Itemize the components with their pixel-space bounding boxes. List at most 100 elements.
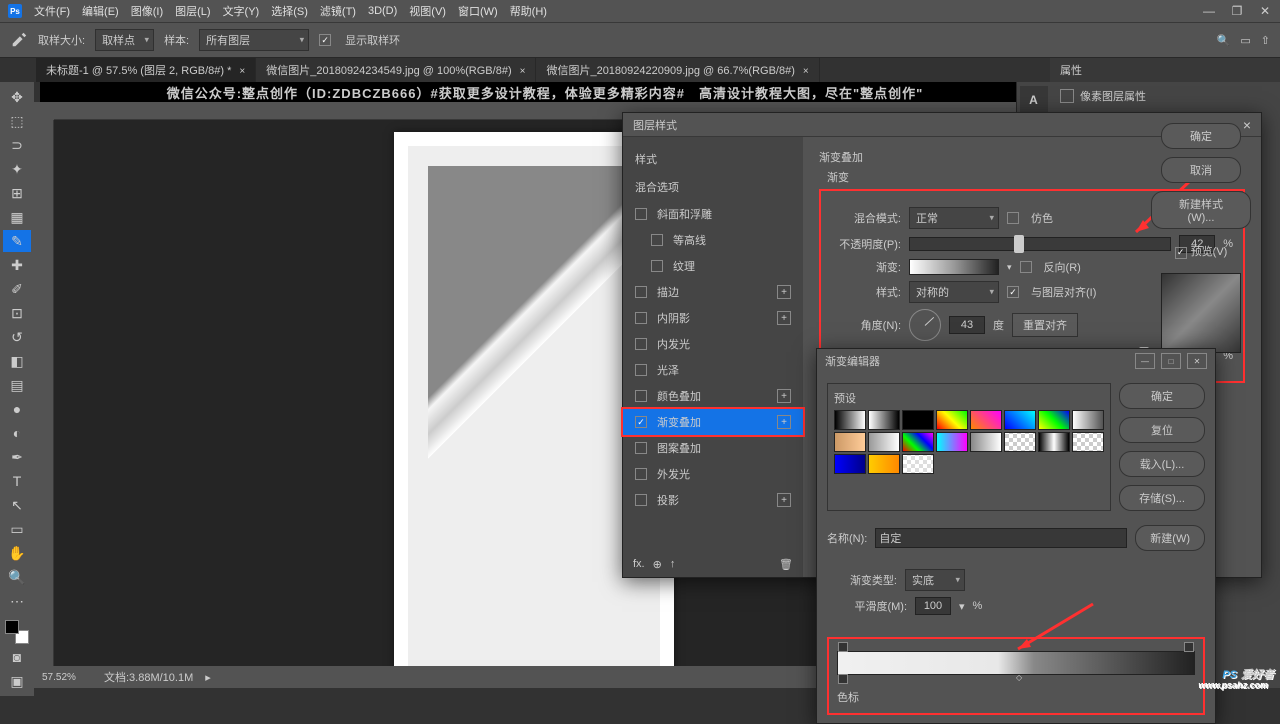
dialog-titlebar[interactable]: 渐变编辑器 — □ ✕ — [817, 349, 1215, 373]
menu-help[interactable]: 帮助(H) — [510, 3, 547, 19]
menu-window[interactable]: 窗口(W) — [458, 3, 498, 19]
close-tab-icon[interactable]: × — [239, 66, 245, 77]
style-checkbox[interactable] — [635, 286, 647, 298]
blend-mode-select[interactable]: 正常 — [909, 207, 999, 229]
gradient-type-select[interactable]: 实底 — [905, 569, 965, 591]
sample-select[interactable]: 所有图层 — [199, 29, 309, 51]
style-item-等高线[interactable]: 等高线 — [623, 227, 803, 253]
new-style-button[interactable]: 新建样式(W)... — [1151, 191, 1251, 229]
gradient-preset[interactable] — [936, 432, 968, 452]
ruler-origin[interactable] — [34, 102, 54, 120]
style-checkbox[interactable] — [635, 338, 647, 350]
style-checkbox[interactable] — [635, 442, 647, 454]
style-checkbox[interactable] — [635, 390, 647, 402]
gradient-preset[interactable] — [834, 454, 866, 474]
style-item-渐变叠加[interactable]: 渐变叠加+ — [623, 409, 803, 435]
style-checkbox[interactable] — [635, 364, 647, 376]
close-icon[interactable]: ✕ — [1258, 4, 1272, 18]
reset-button[interactable]: 复位 — [1119, 417, 1205, 443]
add-effect-icon[interactable]: + — [777, 389, 791, 403]
crop-tool[interactable]: ⊞ — [3, 182, 31, 204]
maximize-icon[interactable]: □ — [1161, 353, 1181, 369]
workspace-icon[interactable]: ▭ — [1240, 34, 1250, 47]
save-button[interactable]: 存储(S)... — [1119, 485, 1205, 511]
gradient-preset[interactable] — [868, 410, 900, 430]
angle-dial[interactable] — [909, 309, 941, 341]
gradient-swatch[interactable] — [909, 259, 999, 275]
quickmask-icon[interactable]: ◙ — [3, 646, 31, 668]
close-tab-icon[interactable]: × — [520, 66, 526, 77]
eraser-tool[interactable]: ◧ — [3, 350, 31, 372]
lasso-tool[interactable]: ⊃ — [3, 134, 31, 156]
new-button[interactable]: 新建(W) — [1135, 525, 1205, 551]
dodge-tool[interactable]: ◐ — [3, 422, 31, 444]
blur-tool[interactable]: ● — [3, 398, 31, 420]
sample-size-select[interactable]: 取样点 — [95, 29, 154, 51]
menu-file[interactable]: 文件(F) — [34, 3, 70, 19]
opacity-slider[interactable] — [909, 237, 1171, 251]
history-tool[interactable]: ↺ — [3, 326, 31, 348]
style-item-内发光[interactable]: 内发光 — [623, 331, 803, 357]
blend-options[interactable]: 混合选项 — [623, 173, 803, 201]
screenmode-icon[interactable]: ▣ — [3, 670, 31, 692]
shape-tool[interactable]: ▭ — [3, 518, 31, 540]
gradient-preset[interactable] — [970, 410, 1002, 430]
gradient-tool[interactable]: ▤ — [3, 374, 31, 396]
character-panel-icon[interactable]: A — [1020, 86, 1048, 114]
gradient-preset[interactable] — [1038, 410, 1070, 430]
path-tool[interactable]: ↖ — [3, 494, 31, 516]
cancel-button[interactable]: 取消 — [1161, 157, 1241, 183]
menu-layer[interactable]: 图层(L) — [175, 3, 210, 19]
gradient-preset[interactable] — [1072, 410, 1104, 430]
close-icon[interactable]: ✕ — [1187, 353, 1207, 369]
color-swatches[interactable] — [5, 620, 29, 644]
menu-3d[interactable]: 3D(D) — [368, 5, 397, 17]
menu-view[interactable]: 视图(V) — [409, 3, 446, 19]
ok-button[interactable]: 确定 — [1119, 383, 1205, 409]
name-input[interactable] — [875, 528, 1127, 548]
menu-image[interactable]: 图像(I) — [131, 3, 163, 19]
style-checkbox[interactable] — [635, 208, 647, 220]
smoothness-input[interactable]: 100 — [915, 597, 951, 615]
dither-checkbox[interactable] — [1007, 212, 1019, 224]
tab-doc3[interactable]: 微信图片_20180924220909.jpg @ 66.7%(RGB/8#)× — [536, 58, 819, 82]
style-item-内阴影[interactable]: 内阴影+ — [623, 305, 803, 331]
pen-tool[interactable]: ✒ — [3, 446, 31, 468]
ok-button[interactable]: 确定 — [1161, 123, 1241, 149]
gradient-preset[interactable] — [868, 454, 900, 474]
style-item-图案叠加[interactable]: 图案叠加 — [623, 435, 803, 461]
add-effect-icon[interactable]: + — [777, 493, 791, 507]
add-effect-icon[interactable]: + — [777, 415, 791, 429]
reset-align-button[interactable]: 重置对齐 — [1012, 313, 1078, 337]
ruler-vertical[interactable] — [34, 120, 54, 666]
style-item-外发光[interactable]: 外发光 — [623, 461, 803, 487]
load-button[interactable]: 载入(L)... — [1119, 451, 1205, 477]
gradient-preset[interactable] — [834, 410, 866, 430]
gradient-preset[interactable] — [868, 432, 900, 452]
opacity-stop[interactable] — [838, 642, 848, 652]
edit-toolbar[interactable]: ⋯ — [3, 590, 31, 612]
wand-tool[interactable]: ✦ — [3, 158, 31, 180]
zoom-tool[interactable]: 🔍 — [3, 566, 31, 588]
menu-edit[interactable]: 编辑(E) — [82, 3, 119, 19]
add-effect-icon[interactable]: + — [777, 311, 791, 325]
gradient-preset[interactable] — [902, 432, 934, 452]
gradient-preset[interactable] — [834, 432, 866, 452]
color-stop[interactable] — [838, 674, 848, 684]
stamp-tool[interactable]: ⊡ — [3, 302, 31, 324]
align-checkbox[interactable] — [1007, 286, 1019, 298]
maximize-icon[interactable]: ❐ — [1230, 4, 1244, 18]
gradient-preset[interactable] — [970, 432, 1002, 452]
gradient-preset[interactable] — [936, 410, 968, 430]
trash-icon[interactable]: 🗑 — [779, 558, 793, 571]
move-tool[interactable]: ✥ — [3, 86, 31, 108]
minimize-icon[interactable]: — — [1135, 353, 1155, 369]
gradient-preset[interactable] — [902, 410, 934, 430]
up-icon[interactable]: ↑ — [670, 558, 676, 571]
add-effect-icon[interactable]: + — [777, 285, 791, 299]
style-item-投影[interactable]: 投影+ — [623, 487, 803, 513]
search-icon[interactable]: 🔍 — [1217, 34, 1231, 47]
add-icon[interactable]: ⊕ — [653, 558, 662, 571]
style-checkbox[interactable] — [635, 494, 647, 506]
reverse-checkbox[interactable] — [1020, 261, 1032, 273]
